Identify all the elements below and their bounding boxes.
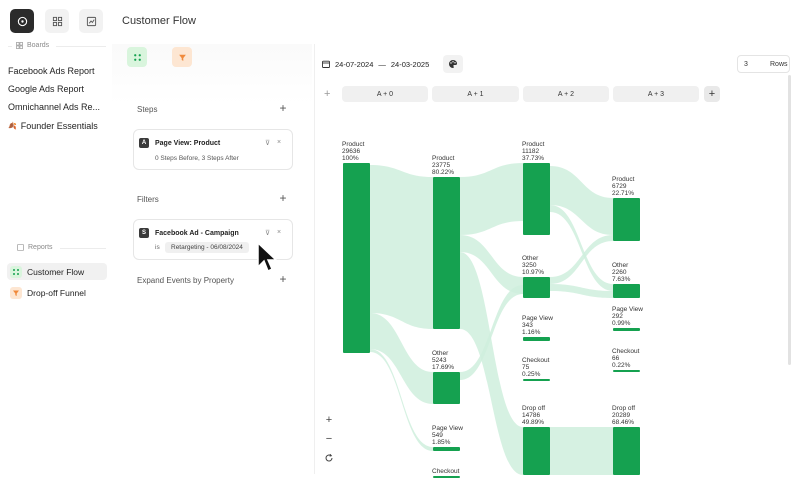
flow-node-name: Drop off xyxy=(612,405,635,412)
refresh-icon xyxy=(325,453,333,462)
flow-node-count: 66 xyxy=(612,355,620,362)
flow-node-count: 11182 xyxy=(522,148,539,155)
flow-node-name: Checkout xyxy=(522,357,550,364)
flow-link[interactable] xyxy=(370,165,433,329)
flow-node-name: Other xyxy=(522,255,539,262)
flow-node-name: Checkout xyxy=(612,348,640,355)
flow-node-percent: 0.99% xyxy=(612,320,631,327)
flow-node-name: Page View xyxy=(522,315,553,322)
flow-node-name: Product xyxy=(522,141,545,148)
flow-node-name: Other xyxy=(612,262,629,269)
flow-node-name: Product xyxy=(612,176,635,183)
zoom-in-button[interactable]: + xyxy=(321,412,337,428)
flow-node-percent: 22.71% xyxy=(612,190,634,197)
flow-link[interactable] xyxy=(550,427,613,475)
flow-node-count: 20289 xyxy=(612,412,630,419)
flow-node-bar[interactable] xyxy=(523,277,550,298)
flow-node-count: 292 xyxy=(612,313,623,320)
flow-node-percent: 1.16% xyxy=(522,329,541,336)
flow-node-percent: 0.25% xyxy=(522,371,541,378)
flow-node-name: Checkout xyxy=(432,468,460,475)
flow-node-bar[interactable] xyxy=(343,163,370,353)
flow-node-count: 5243 xyxy=(432,357,447,364)
flow-node-count: 549 xyxy=(432,432,443,439)
flow-node-bar[interactable] xyxy=(523,337,550,341)
flow-node-name: Page View xyxy=(432,425,463,432)
flow-link[interactable] xyxy=(550,235,613,284)
flow-node-bar[interactable] xyxy=(523,379,550,381)
flow-node-percent: 37.73% xyxy=(522,155,544,162)
app-root: Customer Flow Boards Facebook Ads Report… xyxy=(0,0,794,478)
flow-node-percent: 100% xyxy=(342,155,359,162)
reset-view-button[interactable] xyxy=(321,450,337,466)
flow-node-bar[interactable] xyxy=(613,284,640,298)
chart-scrollbar[interactable] xyxy=(788,75,791,365)
flow-node-name: Drop off xyxy=(522,405,545,412)
flow-node-percent: 0.22% xyxy=(612,362,631,369)
flow-node-percent: 10.97% xyxy=(522,269,544,276)
flow-node-percent: 1.85% xyxy=(432,439,451,446)
flow-node-bar[interactable] xyxy=(523,427,550,475)
flow-node-count: 343 xyxy=(522,322,533,329)
flow-node-count: 6729 xyxy=(612,183,627,190)
flow-node-bar[interactable] xyxy=(523,163,550,235)
flow-node-name: Product xyxy=(342,141,365,148)
flow-link[interactable] xyxy=(550,166,613,235)
flow-node-percent: 17.69% xyxy=(432,364,454,371)
flow-node-bar[interactable] xyxy=(613,427,640,475)
flow-node-count: 14786 xyxy=(522,412,540,419)
flow-diagram: Product29636100% Product2377580.22%Other5… xyxy=(342,141,643,478)
flow-node-percent: 80.22% xyxy=(432,169,454,176)
flow-node-bar[interactable] xyxy=(433,177,460,329)
flow-node-count: 2260 xyxy=(612,269,627,276)
flow-node-count: 3250 xyxy=(522,262,537,269)
flow-node-percent: 49.89% xyxy=(522,419,544,426)
flow-node-bar[interactable] xyxy=(433,372,460,404)
flow-node-bar[interactable] xyxy=(613,370,640,372)
flow-node-name: Other xyxy=(432,350,449,357)
flow-node-name: Product xyxy=(432,155,455,162)
mouse-cursor-icon xyxy=(257,242,278,273)
flow-node-bar[interactable] xyxy=(613,328,640,331)
flow-node-bar[interactable] xyxy=(613,198,640,241)
flow-node-name: Page View xyxy=(612,306,643,313)
flow-node-count: 29636 xyxy=(342,148,360,155)
flow-node-count: 23775 xyxy=(432,162,450,169)
flow-node-bar[interactable] xyxy=(433,447,460,451)
flow-node-percent: 68.46% xyxy=(612,419,634,426)
flow-node-percent: 7.63% xyxy=(612,276,631,283)
flow-link[interactable] xyxy=(460,163,523,235)
flow-node-count: 75 xyxy=(522,364,530,371)
zoom-out-button[interactable]: − xyxy=(321,431,337,447)
